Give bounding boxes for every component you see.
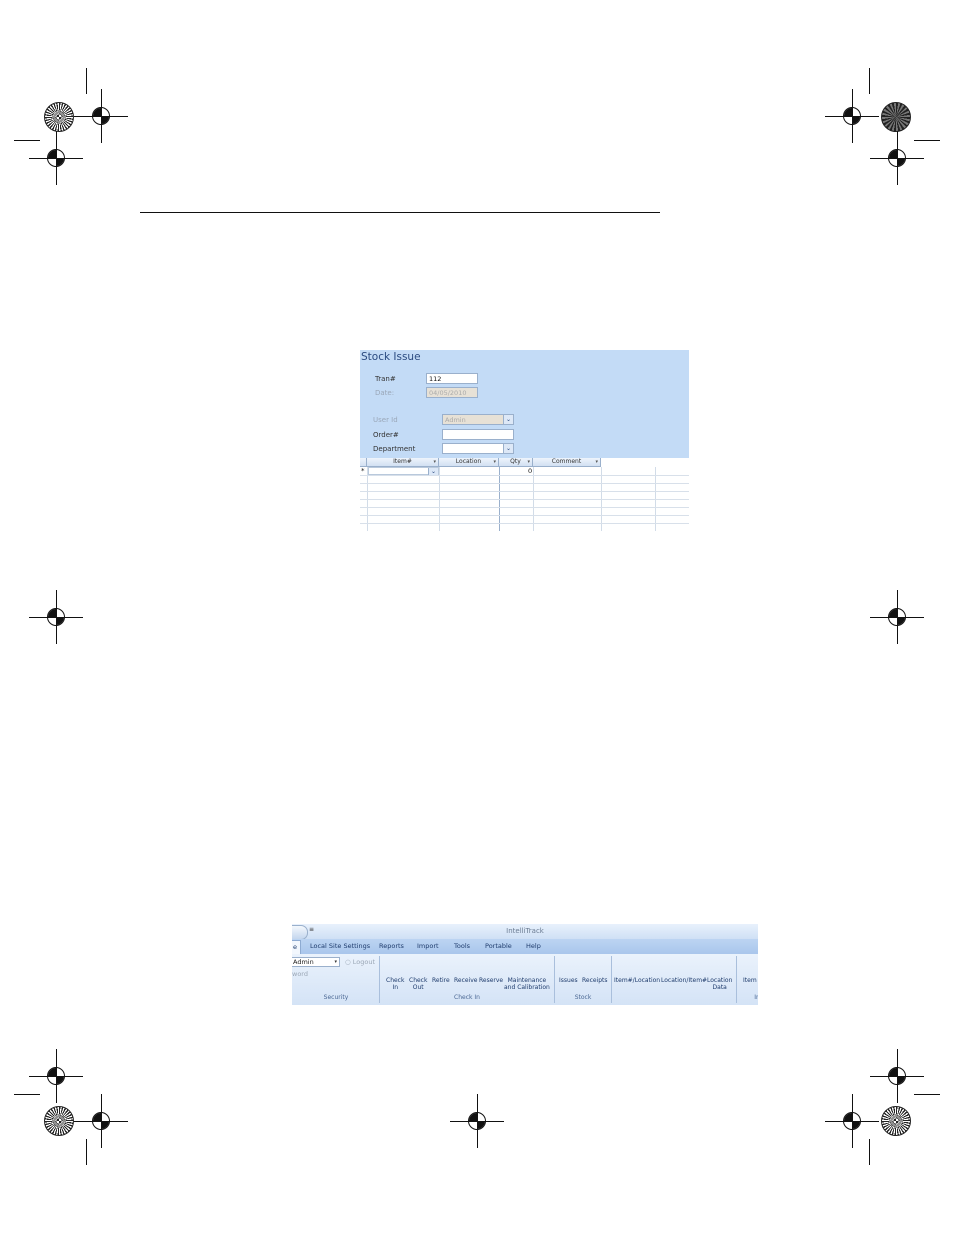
crop-line (14, 140, 40, 141)
chevron-down-icon: ▾ (334, 959, 337, 965)
tab-help[interactable]: Help (526, 942, 541, 950)
stock-issue-grid: Item# ▾ Location ▾ Qty ▾ Comment ▾ * ⌄ 0 (360, 458, 689, 531)
item-cell-select[interactable]: ⌄ (368, 467, 439, 475)
tab-portable[interactable]: Portable (485, 942, 512, 950)
user-select[interactable]: Admin ▾ (292, 957, 340, 967)
password-label: word (292, 970, 308, 978)
app-title: IntelliTrack (506, 927, 544, 935)
title-bar: ≡ IntelliTrack (292, 924, 758, 940)
order-field[interactable] (442, 429, 514, 440)
tab-reports[interactable]: Reports (379, 942, 404, 950)
group-label-inventory: In (754, 994, 758, 1001)
tab-strip: e Local Site Settings Reports Import Too… (292, 939, 758, 954)
tab-local-site-settings[interactable]: Local Site Settings (310, 942, 370, 950)
maintenance-calibration-button[interactable]: Maintenance and Calibration (504, 977, 550, 991)
column-header-location[interactable]: Location ▾ (439, 458, 499, 467)
crop-line (869, 68, 870, 94)
stock-issue-form: Stock Issue Tran# 112 Date: 04/05/2010 U… (360, 350, 689, 531)
color-bar-mark (44, 1106, 74, 1136)
dropdown-arrow-icon[interactable]: ⌄ (428, 468, 438, 475)
department-select[interactable]: ⌄ (442, 443, 514, 454)
order-label: Order# (373, 431, 399, 439)
new-row-marker: * (361, 467, 365, 475)
dropdown-arrow-icon[interactable]: ⌄ (503, 444, 513, 453)
date-field: 04/05/2010 (426, 387, 478, 398)
crop-line (86, 1139, 87, 1165)
tab-tools[interactable]: Tools (454, 942, 470, 950)
group-label-stock: Stock (574, 994, 592, 1001)
location-item-button[interactable]: Location/Item# (661, 977, 707, 984)
department-label: Department (373, 445, 416, 453)
user-id-label: User Id (373, 416, 398, 424)
item-button[interactable]: Item (743, 977, 757, 984)
column-header-qty[interactable]: Qty ▾ (499, 458, 533, 467)
retire-button[interactable]: Retire (432, 977, 450, 984)
ribbon-body: Admin ▾ ○ Logout word Security Check In C… (292, 954, 758, 1005)
row-selector-header (360, 458, 367, 467)
crop-line (914, 1094, 940, 1095)
color-bar-mark (44, 102, 74, 132)
item-location-button[interactable]: Item#/Location (614, 977, 660, 984)
sort-arrow-icon: ▾ (493, 459, 496, 465)
crop-line (86, 68, 87, 94)
sort-arrow-icon: ▾ (527, 459, 530, 465)
sort-arrow-icon: ▾ (595, 459, 598, 465)
user-value: Admin (293, 958, 314, 966)
crop-line (14, 1094, 40, 1095)
receipts-button[interactable]: Receipts (582, 977, 608, 984)
column-header-comment[interactable]: Comment ▾ (533, 458, 601, 467)
qty-cell[interactable]: 0 (528, 467, 532, 475)
logout-icon: ○ (345, 958, 351, 966)
check-out-button[interactable]: Check Out (409, 977, 427, 991)
group-label-check-in: Check In (454, 994, 480, 1001)
crop-line (869, 1139, 870, 1165)
check-in-button[interactable]: Check In (386, 977, 404, 991)
logout-button[interactable]: ○ Logout (345, 958, 375, 966)
tran-label: Tran# (375, 375, 396, 383)
crop-line (914, 140, 940, 141)
form-title: Stock Issue (361, 351, 421, 363)
tab-import[interactable]: Import (417, 942, 439, 950)
color-bar-mark (881, 102, 911, 132)
date-label: Date: (375, 389, 395, 397)
group-label-security: Security (323, 994, 349, 1001)
color-bar-mark (881, 1106, 911, 1136)
user-id-value: Admin (445, 416, 466, 424)
sort-arrow-icon: ▾ (433, 459, 436, 465)
receive-button[interactable]: Receive (454, 977, 478, 984)
column-header-item[interactable]: Item# ▾ (367, 458, 439, 467)
ribbon-screenshot: ≡ IntelliTrack e Local Site Settings Rep… (292, 924, 758, 1005)
issues-button[interactable]: Issues (559, 977, 578, 984)
location-data-button[interactable]: Location Data (707, 977, 732, 991)
dropdown-arrow-icon: ⌄ (503, 415, 513, 424)
user-id-select: Admin ⌄ (442, 414, 514, 425)
header-rule (140, 212, 660, 213)
reserve-button[interactable]: Reserve (479, 977, 503, 984)
tran-field[interactable]: 112 (426, 373, 478, 384)
tab-home[interactable]: e (292, 940, 301, 954)
